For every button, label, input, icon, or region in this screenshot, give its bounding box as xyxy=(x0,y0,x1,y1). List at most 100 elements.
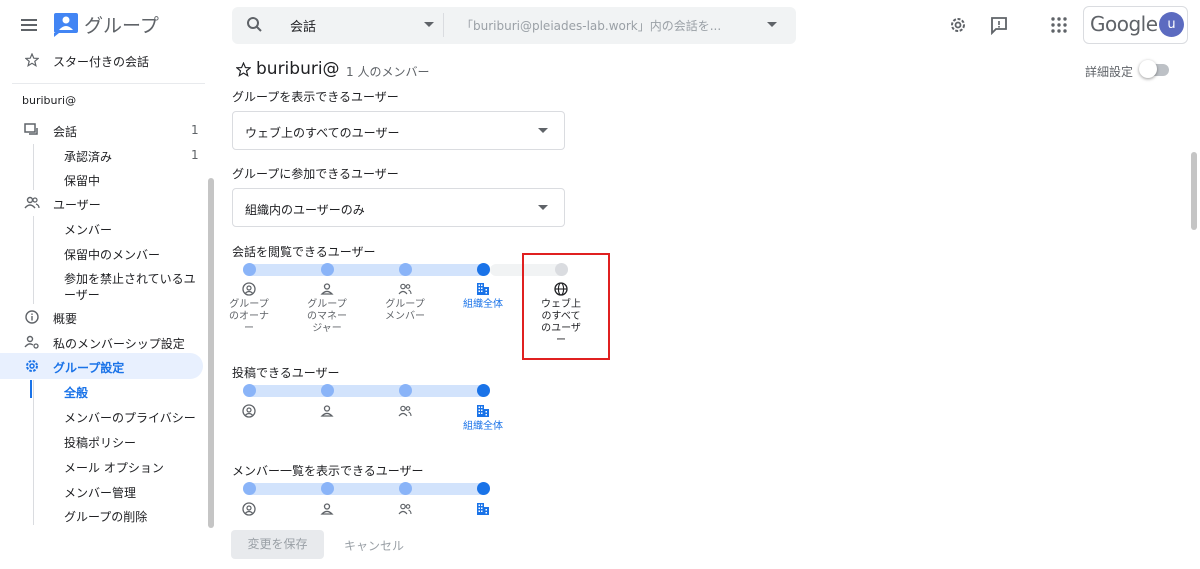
feedback-icon[interactable] xyxy=(989,15,1009,35)
slider-dot-organization[interactable] xyxy=(477,482,490,495)
option-line: 組織全体 xyxy=(463,299,503,310)
building-icon xyxy=(476,502,490,516)
option-owner-label[interactable]: グループ のオーナ ー xyxy=(219,299,279,335)
sidebar-item-users[interactable]: ユーザー xyxy=(53,196,101,213)
conversation-icon xyxy=(24,122,40,138)
manager-icon xyxy=(320,404,334,418)
approved-count: 1 xyxy=(191,148,199,162)
post-label: 投稿できるユーザー xyxy=(232,366,340,380)
post-track[interactable] xyxy=(243,385,490,397)
join-group-label: グループに参加できるユーザー xyxy=(232,167,399,181)
sidebar-item-starred[interactable]: スター付きの会話 xyxy=(53,53,149,70)
slider-dot-members[interactable] xyxy=(399,263,412,276)
toggle-knob[interactable] xyxy=(1139,60,1157,78)
slider-dot-organization[interactable] xyxy=(477,384,490,397)
sidebar-item-my-membership[interactable]: 私のメンバーシップ設定 xyxy=(53,335,185,352)
member-count: 1 人のメンバー xyxy=(346,65,430,79)
people-icon xyxy=(24,195,40,211)
tree-line xyxy=(33,216,34,304)
star-icon xyxy=(25,53,39,67)
manager-icon xyxy=(320,502,334,516)
save-button[interactable]: 変更を保存 xyxy=(231,530,324,559)
owner-icon xyxy=(242,282,256,296)
avatar[interactable]: u xyxy=(1159,12,1184,37)
top-bar: グループ 会話 「buriburi@pleiades-lab.work」内の会話… xyxy=(0,0,1200,50)
sidebar-item-banned-users-cont[interactable]: ーザー xyxy=(64,286,100,303)
search-scope-select[interactable]: 会話 xyxy=(290,16,316,35)
slider-dot-owner[interactable] xyxy=(243,263,256,276)
apps-icon[interactable] xyxy=(1049,15,1069,35)
menu-icon[interactable] xyxy=(18,14,40,36)
option-line: メンバー xyxy=(385,311,425,322)
star-icon[interactable] xyxy=(236,62,251,77)
sidebar-divider xyxy=(12,83,205,84)
search-icon[interactable] xyxy=(246,16,263,33)
info-icon xyxy=(24,309,40,325)
search-options-arrow-icon[interactable] xyxy=(767,22,777,27)
option-organization-label[interactable]: 組織全体 xyxy=(453,299,513,311)
page-title: buriburi@ xyxy=(256,59,340,79)
active-subitem-indicator xyxy=(30,380,32,398)
settings-icon[interactable] xyxy=(948,15,968,35)
option-line: グループ xyxy=(385,299,425,310)
groups-logo-icon[interactable] xyxy=(53,11,79,37)
building-icon xyxy=(476,404,490,418)
google-logo: Google xyxy=(1090,12,1158,36)
post-selected-label[interactable]: 組織全体 xyxy=(453,421,513,433)
slider-dot-organization[interactable] xyxy=(477,263,490,276)
sidebar-item-members[interactable]: メンバー xyxy=(64,221,112,238)
chevron-down-icon[interactable] xyxy=(538,128,548,133)
slider-dot-owner[interactable] xyxy=(243,384,256,397)
sidebar-item-pending[interactable]: 保留中 xyxy=(64,172,100,189)
members-icon xyxy=(398,502,412,516)
sidebar-item-approved[interactable]: 承認済み xyxy=(64,148,112,165)
option-members-label[interactable]: グループ メンバー xyxy=(375,299,435,323)
slider-dot-members[interactable] xyxy=(399,384,412,397)
sidebar-item-delete-group[interactable]: グループの削除 xyxy=(64,508,147,525)
group-email: buriburi@ xyxy=(22,94,77,107)
gear-icon xyxy=(24,358,40,374)
view-group-value[interactable]: ウェブ上のすべてのユーザー xyxy=(245,124,399,141)
cancel-button[interactable]: キャンセル xyxy=(344,537,404,554)
option-manager-label[interactable]: グループ のマネー ジャー xyxy=(297,299,357,335)
sidebar-item-general[interactable]: 全般 xyxy=(64,384,88,401)
sidebar-item-pending-members[interactable]: 保留中のメンバー xyxy=(64,246,160,263)
app-title[interactable]: グループ xyxy=(84,11,159,38)
option-line: のオーナ xyxy=(229,311,269,322)
chevron-down-icon[interactable] xyxy=(538,205,548,210)
sidebar-scrollbar[interactable] xyxy=(208,178,214,528)
person-settings-icon xyxy=(24,334,40,350)
slider-dot-manager[interactable] xyxy=(321,384,334,397)
option-line: のマネー xyxy=(307,311,347,322)
conversations-count: 1 xyxy=(191,123,199,137)
option-line: ジャー xyxy=(312,323,342,334)
advanced-settings-label: 詳細設定 xyxy=(1085,65,1134,79)
option-line: グループ xyxy=(229,299,269,310)
sidebar-item-member-privacy[interactable]: メンバーのプライバシー xyxy=(64,409,196,426)
slider-dot-members[interactable] xyxy=(399,482,412,495)
scope-dropdown-arrow-icon[interactable] xyxy=(424,22,434,27)
sidebar-item-banned-users[interactable]: 参加を禁止されているユ xyxy=(64,270,196,287)
search-input[interactable]: 「buriburi@pleiades-lab.work」内の会話を... xyxy=(461,17,721,34)
main-scrollbar[interactable] xyxy=(1191,152,1197,230)
slider-dot-manager[interactable] xyxy=(321,482,334,495)
slider-dot-owner[interactable] xyxy=(243,482,256,495)
view-members-track[interactable] xyxy=(243,483,490,495)
view-conversations-track[interactable] xyxy=(243,264,490,276)
search-divider xyxy=(443,13,444,37)
option-line: ー xyxy=(244,323,254,334)
sidebar-item-about[interactable]: 概要 xyxy=(53,310,77,327)
view-conversations-label: 会話を閲覧できるユーザー xyxy=(232,245,376,259)
sidebar-item-email-options[interactable]: メール オプション xyxy=(64,459,164,476)
view-group-label: グループを表示できるユーザー xyxy=(232,90,399,104)
join-group-value[interactable]: 組織内のユーザーのみ xyxy=(245,201,365,218)
owner-icon xyxy=(242,502,256,516)
sidebar-item-conversations[interactable]: 会話 xyxy=(53,123,77,140)
sidebar-item-member-management[interactable]: メンバー管理 xyxy=(64,484,136,501)
sidebar-item-posting-policy[interactable]: 投稿ポリシー xyxy=(64,434,136,451)
manager-icon xyxy=(320,282,334,296)
slider-dot-manager[interactable] xyxy=(321,263,334,276)
tree-line xyxy=(33,144,34,190)
sidebar-item-group-settings[interactable]: グループ設定 xyxy=(53,359,124,376)
owner-icon xyxy=(242,404,256,418)
